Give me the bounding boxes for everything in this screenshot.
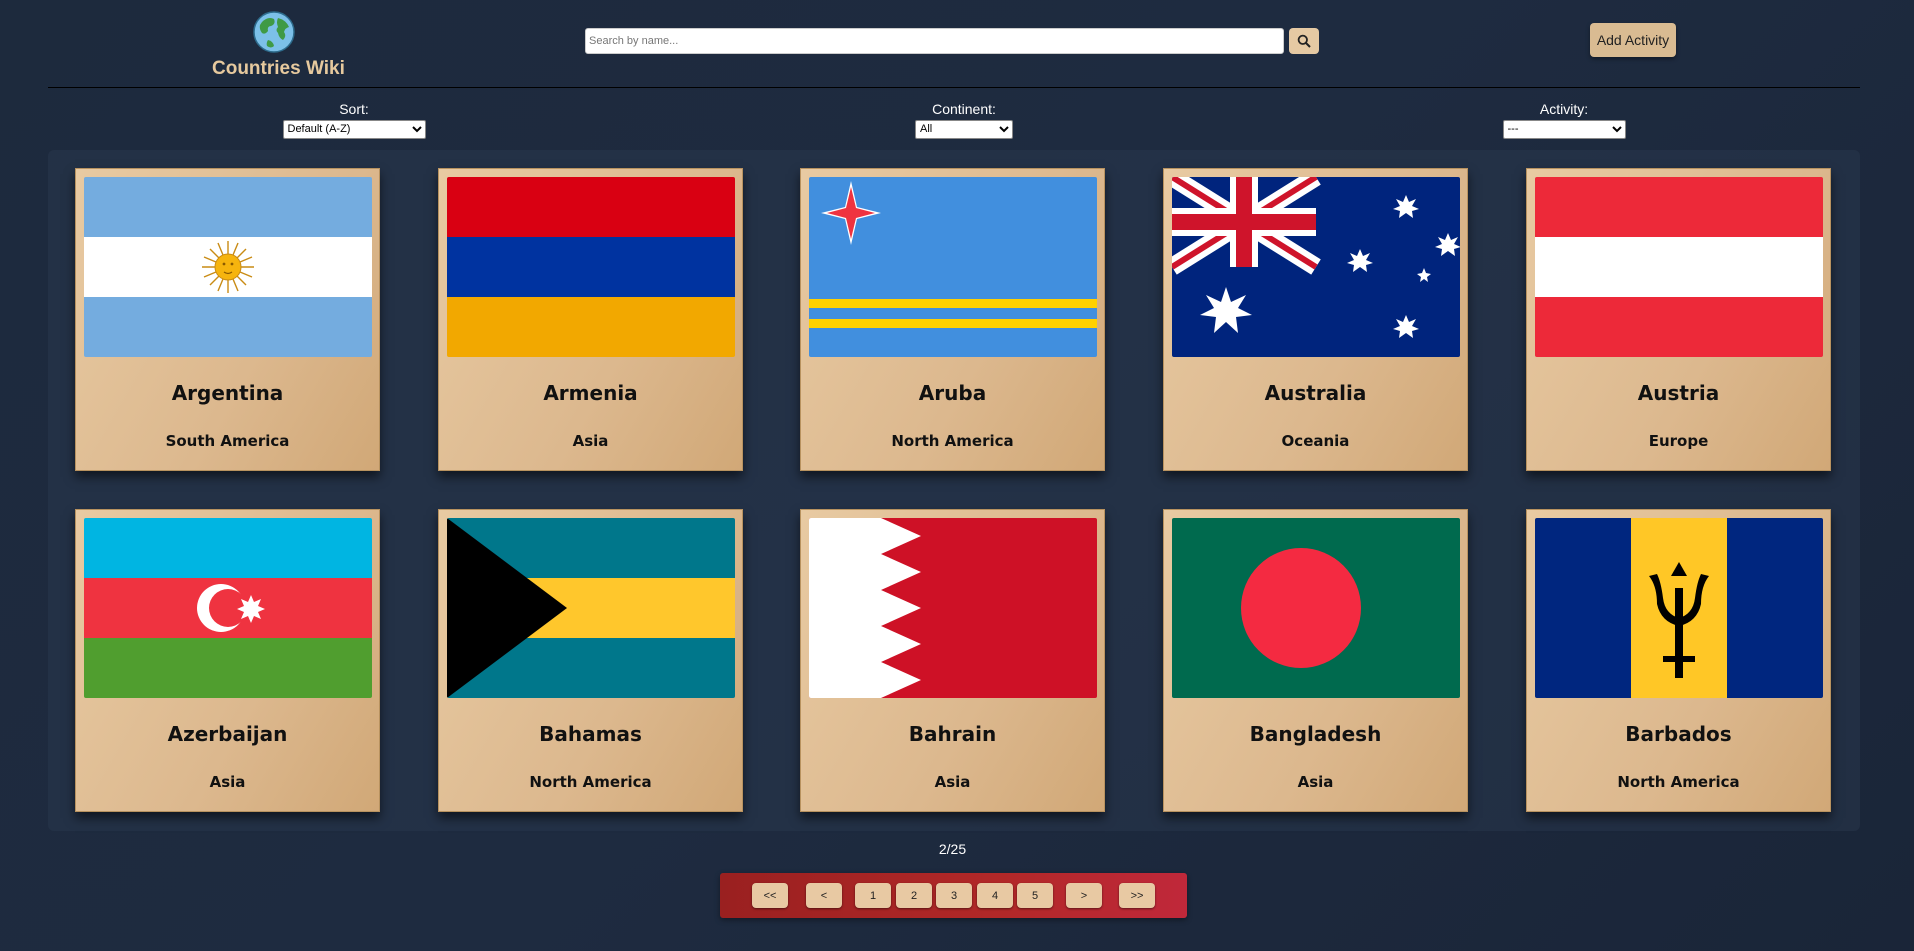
flag-image-bahamas [447, 518, 735, 698]
next-page-button[interactable]: > [1066, 883, 1102, 908]
country-continent: Asia [934, 773, 971, 791]
flag-image-bangladesh [1172, 518, 1460, 698]
add-activity-button[interactable]: Add Activity [1590, 23, 1676, 57]
flag-image-australia [1172, 177, 1460, 357]
country-card[interactable]: Bahamas North America [438, 509, 743, 812]
country-card[interactable]: Australia Oceania [1163, 168, 1468, 471]
page-button-2[interactable]: 2 [896, 883, 932, 908]
page-button-4[interactable]: 4 [977, 883, 1013, 908]
flag-image-austria [1535, 177, 1823, 357]
country-name: Armenia [543, 381, 638, 405]
pagination: << < 1 2 3 4 5 > >> [720, 873, 1187, 918]
first-page-button[interactable]: << [752, 883, 788, 908]
country-continent: South America [165, 432, 290, 450]
country-name: Australia [1264, 381, 1367, 405]
country-continent: North America [529, 773, 652, 791]
search-input[interactable] [585, 28, 1284, 54]
country-card[interactable]: Argentina South America [75, 168, 380, 471]
sort-select[interactable]: Default (A-Z) [282, 119, 426, 139]
country-name: Barbados [1625, 722, 1732, 746]
country-name: Austria [1637, 381, 1720, 405]
page-indicator: 2/25 [938, 841, 967, 857]
continent-select[interactable]: All [915, 119, 1013, 139]
country-name: Bahamas [539, 722, 642, 746]
logo[interactable]: Countries Wiki [212, 10, 345, 80]
country-card[interactable]: Barbados North America [1526, 509, 1831, 812]
header: Countries Wiki Add Activity [0, 0, 1914, 88]
logo-text: Countries Wiki [212, 58, 345, 79]
country-card[interactable]: Armenia Asia [438, 168, 743, 471]
country-name: Bangladesh [1249, 722, 1382, 746]
page-button-1[interactable]: 1 [855, 883, 891, 908]
country-continent: North America [891, 432, 1014, 450]
globe-icon [253, 11, 295, 53]
flag-image-azerbaijan [84, 518, 372, 698]
country-name: Aruba [918, 381, 987, 405]
previous-page-button[interactable]: < [806, 883, 842, 908]
flag-image-argentina [84, 177, 372, 357]
country-continent: Oceania [1281, 432, 1350, 450]
country-card[interactable]: Azerbaijan Asia [75, 509, 380, 812]
flag-image-armenia [447, 177, 735, 357]
country-card[interactable]: Bahrain Asia [800, 509, 1105, 812]
continent-filter: Continent: All [908, 101, 1020, 139]
activity-select[interactable]: --- [1502, 119, 1626, 139]
flag-image-bahrain [809, 518, 1097, 698]
country-continent: Asia [1297, 773, 1334, 791]
country-name: Azerbaijan [167, 722, 288, 746]
continent-label: Continent: [932, 101, 996, 117]
country-continent: Asia [209, 773, 246, 791]
country-card[interactable]: Austria Europe [1526, 168, 1831, 471]
country-card[interactable]: Aruba North America [800, 168, 1105, 471]
flag-image-aruba [809, 177, 1097, 357]
sort-filter: Sort: Default (A-Z) [280, 101, 428, 139]
sort-label: Sort: [339, 101, 369, 117]
page-button-5[interactable]: 5 [1017, 883, 1053, 908]
page-button-3[interactable]: 3 [936, 883, 972, 908]
header-divider [48, 87, 1860, 88]
last-page-button[interactable]: >> [1119, 883, 1155, 908]
search-icon [1297, 34, 1311, 48]
country-continent: North America [1617, 773, 1740, 791]
activity-label: Activity: [1539, 101, 1589, 117]
country-name: Bahrain [908, 722, 997, 746]
country-continent: Europe [1648, 432, 1709, 450]
search-button[interactable] [1289, 28, 1319, 54]
flag-image-barbados [1535, 518, 1823, 698]
country-name: Argentina [171, 381, 284, 405]
country-card[interactable]: Bangladesh Asia [1163, 509, 1468, 812]
country-continent: Asia [572, 432, 609, 450]
activity-filter: Activity: --- [1500, 101, 1628, 139]
